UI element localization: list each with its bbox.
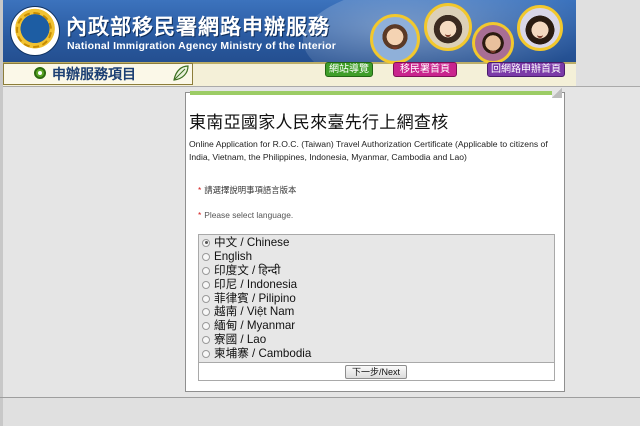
- site-title: 內政部移民署網路申辦服務: [66, 14, 330, 39]
- select-language-prompt-zh: * 請選擇說明事項語言版本: [198, 184, 296, 196]
- required-mark: *: [198, 185, 202, 195]
- language-label: 緬甸 / Myanmar: [214, 319, 296, 332]
- page-title: 東南亞國家人民來臺先行上網查核: [189, 113, 449, 133]
- language-label: 柬埔寨 / Cambodia: [214, 347, 312, 360]
- site-map-link[interactable]: 網站導覽: [325, 62, 373, 77]
- header-photo-girl: [424, 3, 472, 51]
- leaf-icon: [173, 65, 189, 81]
- select-language-text-en: Please select language.: [204, 210, 294, 220]
- language-label: 印度文 / हिन्दी: [214, 264, 281, 277]
- radio-button[interactable]: [202, 280, 210, 289]
- next-button[interactable]: 下一步/Next: [345, 365, 407, 379]
- content-bottom-divider: [0, 397, 640, 398]
- radio-button[interactable]: [202, 294, 210, 303]
- header-photo-woman: [517, 5, 563, 51]
- service-menu-title[interactable]: 申辦服務項目: [52, 64, 136, 84]
- language-label: English: [214, 250, 253, 263]
- language-option-hindi[interactable]: 印度文 / हिन्दी: [202, 264, 280, 278]
- emblem-ring-decoration: [16, 12, 52, 48]
- language-label: 印尼 / Indonesia: [214, 278, 298, 291]
- language-label: 越南 / Việt Nam: [214, 305, 295, 318]
- language-option-english[interactable]: English: [202, 250, 252, 264]
- radio-button[interactable]: [202, 266, 210, 275]
- header-photo-couple: [472, 22, 514, 64]
- language-option-cambodia[interactable]: 柬埔寨 / Cambodia: [202, 347, 311, 361]
- language-label: 菲律賓 / Pilipino: [214, 292, 296, 305]
- page-description: Online Application for R.O.C. (Taiwan) T…: [189, 139, 548, 162]
- select-language-prompt-en: * Please select language.: [198, 210, 293, 220]
- radio-button[interactable]: [202, 335, 210, 344]
- circle-bullet-icon: [34, 67, 46, 79]
- radio-button[interactable]: [202, 321, 210, 330]
- header-photo-family: [370, 14, 420, 64]
- language-option-pilipino[interactable]: 菲律賓 / Pilipino: [202, 292, 296, 306]
- radio-button[interactable]: [202, 307, 210, 316]
- language-label: 寮國 / Lao: [214, 333, 267, 346]
- required-mark: *: [198, 210, 202, 220]
- radio-button[interactable]: [202, 349, 210, 358]
- panel-green-edge: [190, 91, 557, 95]
- agency-home-link[interactable]: 移民署首頁: [393, 62, 457, 77]
- online-service-home-link[interactable]: 回網路申辦首頁: [487, 62, 565, 77]
- radio-button[interactable]: [202, 238, 210, 247]
- language-label: 中文 / Chinese: [214, 236, 290, 249]
- header-right-gap: [576, 0, 640, 86]
- language-option-lao[interactable]: 寮國 / Lao: [202, 333, 266, 347]
- language-option-indonesia[interactable]: 印尼 / Indonesia: [202, 278, 297, 292]
- site-subtitle: National Immigration Agency Ministry of …: [67, 40, 337, 52]
- radio-button[interactable]: [202, 252, 210, 261]
- select-language-text-zh: 請選擇說明事項語言版本: [204, 185, 297, 195]
- language-option-vietnam[interactable]: 越南 / Việt Nam: [202, 305, 294, 319]
- panel-corner-fold: [552, 88, 562, 98]
- language-option-myanmar[interactable]: 緬甸 / Myanmar: [202, 319, 295, 333]
- language-option-chinese[interactable]: 中文 / Chinese: [202, 236, 289, 250]
